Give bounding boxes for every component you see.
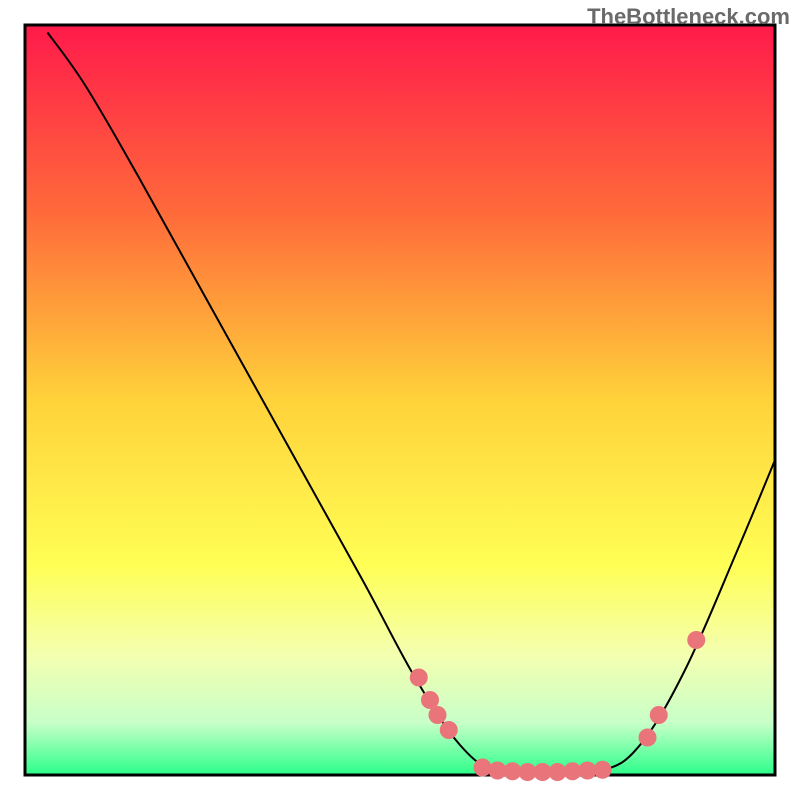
scatter-point: [650, 706, 668, 724]
scatter-point: [440, 721, 458, 739]
scatter-point: [687, 631, 705, 649]
chart-container: TheBottleneck.com: [0, 0, 800, 800]
scatter-point: [594, 761, 612, 779]
scatter-point: [429, 706, 447, 724]
scatter-point: [410, 669, 428, 687]
scatter-point: [639, 729, 657, 747]
watermark-text: TheBottleneck.com: [587, 4, 790, 30]
chart-svg: [0, 0, 800, 800]
scatter-point: [474, 759, 492, 777]
plot-background: [25, 25, 775, 775]
